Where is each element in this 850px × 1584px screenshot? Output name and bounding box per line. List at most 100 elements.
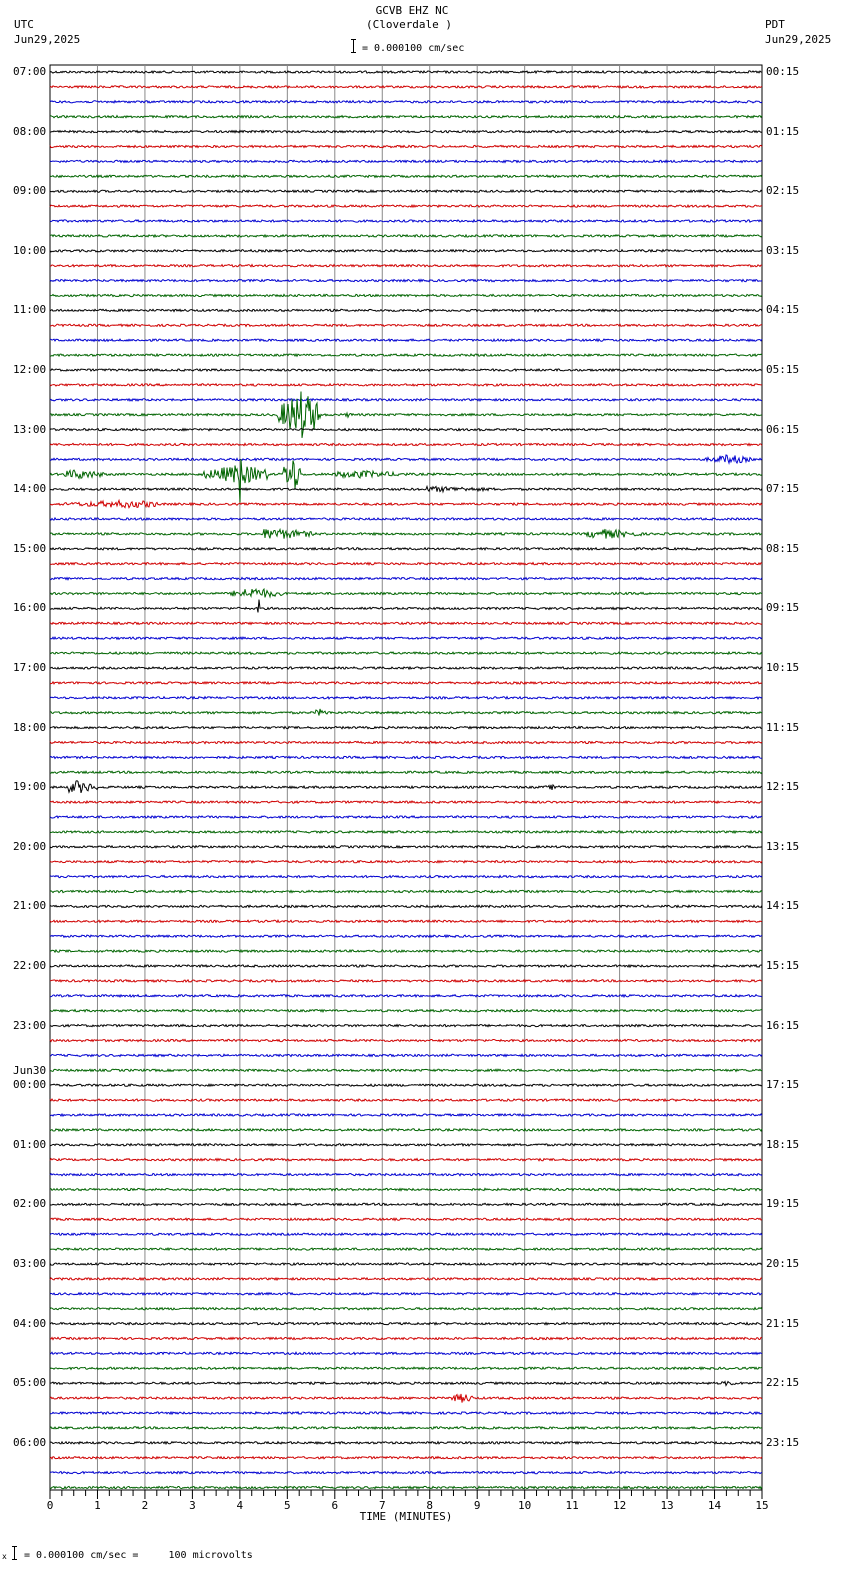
trace-2300-3 bbox=[49, 1068, 763, 1073]
trace-0500-1 bbox=[49, 1393, 763, 1403]
utc-hour-label: 14:00 bbox=[13, 482, 47, 496]
pdt-hour-label: 00:15 bbox=[766, 65, 800, 78]
trace-2000-1 bbox=[49, 859, 763, 864]
trace-0100-2 bbox=[49, 1172, 763, 1177]
footer-scale-bar-icon bbox=[12, 1546, 17, 1560]
trace-1100-2 bbox=[49, 337, 763, 343]
seismogram-plot: 0 1 2 3 4 5 6 7 8 9 10 11 12 13 14 15TIME (MINUTES) bbox=[47, 64, 769, 1523]
trace-1400-1 bbox=[49, 498, 763, 509]
trace-0900-1 bbox=[49, 203, 763, 209]
x-tick-label: 1 bbox=[94, 1499, 101, 1512]
trace-1400-2 bbox=[49, 516, 763, 522]
footer-marker-icon: x bbox=[2, 1552, 7, 1561]
utc-hour-label: 00:00 bbox=[13, 1078, 47, 1092]
pdt-hour-label: 18:15 bbox=[766, 1137, 800, 1151]
pdt-hour-label: 11:15 bbox=[766, 720, 800, 734]
pdt-hour-label: 01:15 bbox=[766, 124, 800, 138]
x-tick-label: 5 bbox=[284, 1499, 291, 1512]
trace-0700-0 bbox=[49, 69, 763, 75]
x-tick-label: 14 bbox=[708, 1499, 722, 1512]
trace-0600-0 bbox=[49, 1440, 763, 1446]
pdt-hour-label: 10:15 bbox=[766, 661, 800, 674]
trace-1200-0 bbox=[49, 367, 763, 373]
trace-0500-0 bbox=[49, 1380, 763, 1387]
pdt-hour-label: 12:15 bbox=[766, 780, 800, 794]
trace-1100-1 bbox=[49, 323, 763, 328]
trace-1800-2 bbox=[49, 755, 762, 760]
x-tick-label: 4 bbox=[237, 1499, 244, 1512]
trace-1700-3 bbox=[50, 708, 763, 716]
trace-0300-2 bbox=[49, 1291, 763, 1296]
pdt-hour-label: 07:15 bbox=[766, 482, 800, 496]
utc-hour-label: 10:00 bbox=[13, 243, 47, 257]
utc-hour-label: 08:00 bbox=[13, 124, 47, 138]
trace-0200-2 bbox=[49, 1232, 763, 1237]
trace-1300-3 bbox=[49, 459, 763, 503]
trace-0800-3 bbox=[49, 174, 763, 179]
pdt-hour-label: 08:15 bbox=[766, 541, 800, 555]
trace-0000-0 bbox=[49, 1083, 763, 1088]
utc-hour-label: 02:00 bbox=[13, 1197, 47, 1211]
trace-1500-1 bbox=[49, 561, 763, 566]
trace-0800-0 bbox=[49, 129, 763, 134]
pdt-hour-label: 15:15 bbox=[766, 959, 800, 972]
trace-0200-1 bbox=[49, 1217, 763, 1222]
footer-scale-label: = 0.000100 cm/sec = 100 microvolts bbox=[24, 1550, 253, 1561]
pdt-hour-label: 16:15 bbox=[766, 1018, 800, 1032]
trace-0900-0 bbox=[49, 189, 763, 194]
trace-0700-1 bbox=[49, 84, 763, 90]
trace-1000-3 bbox=[49, 293, 763, 298]
pdt-hour-label: 05:15 bbox=[766, 363, 800, 376]
pdt-hour-label: 17:15 bbox=[766, 1078, 800, 1092]
trace-1200-3 bbox=[49, 391, 763, 438]
trace-2200-1 bbox=[49, 978, 763, 984]
trace-1900-0 bbox=[49, 780, 763, 794]
trace-0000-3 bbox=[49, 1127, 763, 1132]
trace-1800-3 bbox=[49, 770, 763, 775]
trace-2000-3 bbox=[49, 889, 763, 894]
utc-hour-label: 11:00 bbox=[13, 303, 47, 317]
trace-0300-0 bbox=[49, 1261, 763, 1267]
utc-hour-label: 01:00 bbox=[13, 1137, 47, 1151]
trace-1500-0 bbox=[49, 546, 763, 551]
utc-hour-label: 13:00 bbox=[13, 422, 47, 436]
trace-1800-0 bbox=[49, 725, 763, 730]
trace-1600-0 bbox=[49, 599, 763, 613]
trace-0400-0 bbox=[49, 1321, 763, 1326]
trace-1900-3 bbox=[49, 829, 763, 835]
x-axis-label: TIME (MINUTES) bbox=[360, 1510, 453, 1523]
x-tick-label: 10 bbox=[518, 1499, 531, 1512]
trace-1900-1 bbox=[49, 800, 763, 805]
trace-0500-3 bbox=[49, 1425, 763, 1431]
x-tick-label: 13 bbox=[660, 1499, 673, 1512]
x-tick-label: 3 bbox=[189, 1499, 196, 1512]
date-change-label: Jun30 bbox=[13, 1064, 47, 1078]
pdt-hour-label: 23:15 bbox=[766, 1435, 800, 1449]
trace-0600-1 bbox=[49, 1455, 763, 1460]
pdt-hour-label: 04:15 bbox=[766, 303, 800, 317]
trace-0200-0 bbox=[49, 1202, 763, 1207]
trace-2300-0 bbox=[49, 1023, 762, 1028]
trace-2000-2 bbox=[49, 874, 763, 879]
trace-2200-0 bbox=[49, 963, 763, 969]
utc-hour-label: 12:00 bbox=[13, 363, 47, 376]
utc-hour-label: 20:00 bbox=[13, 839, 47, 853]
utc-hour-label: 05:00 bbox=[13, 1376, 47, 1390]
trace-0400-3 bbox=[49, 1366, 763, 1371]
trace-1400-3 bbox=[49, 527, 763, 539]
pdt-hour-label: 06:15 bbox=[766, 422, 800, 436]
trace-0900-3 bbox=[50, 233, 763, 239]
trace-1900-2 bbox=[49, 814, 763, 820]
trace-2100-1 bbox=[49, 919, 763, 924]
pdt-hour-label: 13:15 bbox=[766, 839, 800, 853]
x-tick-label: 15 bbox=[755, 1499, 768, 1512]
x-tick-label: 12 bbox=[613, 1499, 626, 1512]
trace-0800-2 bbox=[49, 159, 763, 164]
trace-1000-0 bbox=[49, 248, 763, 253]
trace-0400-2 bbox=[49, 1351, 762, 1356]
trace-2100-3 bbox=[49, 948, 763, 954]
trace-1500-3 bbox=[49, 587, 763, 599]
trace-1700-1 bbox=[49, 680, 763, 686]
utc-hour-label: 23:00 bbox=[13, 1018, 47, 1032]
trace-0700-3 bbox=[49, 114, 763, 119]
